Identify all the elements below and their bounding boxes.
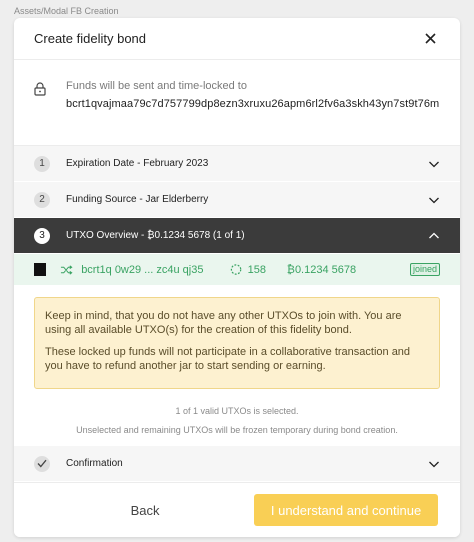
joined-badge: joined [409, 263, 440, 276]
warning-box: Keep in mind, that you do not have any o… [34, 297, 440, 389]
continue-button[interactable]: I understand and continue [254, 494, 438, 526]
step-funding-source[interactable]: 2 Funding Source - Jar Elderberry [14, 182, 460, 218]
utxo-address: bcrt1q 0w29 ... zc4u qj35 [81, 263, 204, 276]
chevron-down-icon [429, 461, 439, 467]
time-locked-destination: Funds will be sent and time-locked to bc… [14, 60, 460, 146]
modal-header: Create fidelity bond [14, 18, 460, 60]
back-button[interactable]: Back [36, 503, 254, 518]
utxo-amount: ₿0.1234 5678 [286, 263, 357, 276]
close-icon [424, 33, 436, 44]
step-number: 3 [34, 227, 50, 244]
shuffle-icon [61, 264, 73, 275]
step-label: Expiration Date - February 2023 [66, 158, 209, 169]
utxo-checkbox[interactable] [34, 263, 47, 276]
chevron-up-icon [429, 232, 439, 238]
confirmations-icon [231, 264, 242, 275]
step-confirmation[interactable]: Confirmation [14, 446, 460, 482]
modal-title: Create fidelity bond [34, 31, 147, 46]
modal-footer: Back I understand and continue [14, 482, 460, 537]
step-label: UTXO Overview - ₿0.1234 5678 (1 of 1) [66, 230, 245, 241]
warning-paragraph-1: Keep in mind, that you do not have any o… [45, 310, 402, 336]
create-fidelity-bond-modal: Create fidelity bond Funds will be sent … [14, 18, 460, 537]
step-number: 2 [34, 191, 50, 208]
step-number: 1 [34, 155, 50, 172]
lock-icon [34, 80, 48, 131]
locked-address: bcrt1qvajmaa79c7d757799dp8ezn3xruxu26apm… [66, 98, 440, 110]
step-label: Funding Source - Jar Elderberry [66, 194, 209, 205]
frame-label: Assets/Modal FB Creation [14, 6, 119, 16]
utxo-confirmations: 158 [247, 263, 266, 276]
chevron-down-icon [429, 161, 439, 167]
selection-info: 1 of 1 valid UTXOs is selected. [175, 406, 299, 416]
step-expiration-date[interactable]: 1 Expiration Date - February 2023 [14, 146, 460, 182]
frozen-info: Unselected and remaining UTXOs will be f… [76, 425, 398, 435]
utxo-row[interactable]: bcrt1q 0w29 ... zc4u qj35 158 ₿0.1234 56… [14, 254, 460, 285]
locked-label: Funds will be sent and time-locked to [66, 80, 247, 92]
checkmark-icon [34, 455, 50, 472]
step-label: Confirmation [66, 458, 123, 469]
chevron-down-icon [429, 197, 439, 203]
warning-paragraph-2: These locked up funds will not participa… [45, 346, 411, 372]
step-utxo-overview[interactable]: 3 UTXO Overview - ₿0.1234 5678 (1 of 1) [14, 218, 460, 254]
close-button[interactable] [422, 31, 438, 47]
